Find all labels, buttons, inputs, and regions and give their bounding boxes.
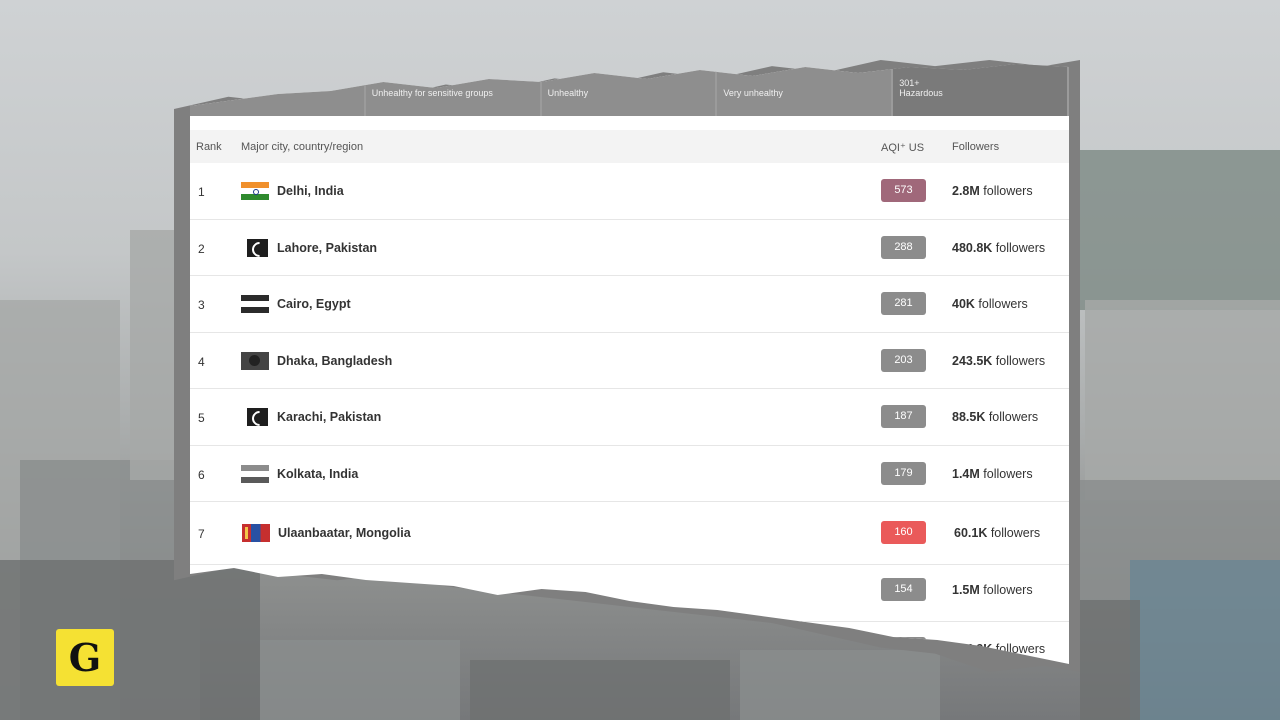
table-row[interactable]: 1 Delhi, India 573 2.8M followers (190, 163, 1069, 220)
india-flag-icon (241, 182, 269, 200)
india-flag-icon (241, 464, 269, 483)
header-followers[interactable]: Followers (952, 141, 999, 153)
table-row[interactable]: 2 Lahore, Pakistan 288 480.8K followers (190, 220, 1069, 276)
followers-count: 1.4M followers (952, 466, 1033, 481)
rank-value: 4 (198, 354, 205, 369)
city-link[interactable]: Kolkata, India (277, 467, 358, 481)
aqi-ranking-card: erate Unhealthy for sensitive groups Unh… (190, 64, 1069, 664)
aqi-badge: 203 (881, 348, 926, 372)
table-header: Rank Major city, country/region AQI⁺ US … (190, 130, 1069, 163)
aqi-badge: 573 (881, 179, 926, 202)
followers-count: 480.8K followers (952, 240, 1046, 255)
city-link[interactable]: Ulaanbaatar, Mongolia (278, 526, 411, 540)
aqi-badge: 187 (881, 405, 926, 428)
city-link[interactable]: Cairo, Egypt (277, 297, 351, 311)
followers-count: 40K followers (952, 297, 1028, 311)
table-row[interactable]: 4 Dhaka, Bangladesh 203 243.5K followers (190, 333, 1069, 389)
aqi-badge: 160 (881, 521, 926, 544)
legend-hazardous: 301+ Hazardous (893, 64, 1069, 116)
rank-value: 7 (198, 527, 205, 541)
table-row[interactable]: 5 Karachi, Pakistan 187 88.5K followers (190, 389, 1069, 446)
city-link[interactable]: Dhaka, Bangladesh (277, 354, 392, 368)
aqi-badge: 154 (881, 578, 926, 601)
brand-logo: G (56, 629, 114, 686)
aqi-badge: 288 (881, 235, 926, 259)
header-city[interactable]: Major city, country/region (241, 141, 363, 153)
rank-value: 6 (198, 467, 205, 482)
followers-count: 1.5M followers (952, 583, 1033, 597)
table-row[interactable]: 3 Cairo, Egypt 281 40K followers (190, 276, 1069, 333)
city-link[interactable]: Karachi, Pakistan (277, 410, 381, 424)
mongolia-flag-icon (242, 524, 270, 542)
followers-count: 243.5K followers (952, 353, 1046, 368)
followers-count: 2.8M followers (952, 184, 1033, 198)
city-link[interactable]: Delhi, India (277, 184, 344, 198)
table-row[interactable]: 7 Ulaanbaatar, Mongolia 160 60.1K follow… (190, 502, 1069, 565)
header-rank[interactable]: Rank (196, 141, 222, 153)
rank-value: 5 (198, 411, 205, 425)
rank-value: 3 (198, 298, 205, 312)
table-row[interactable]: 6 Kolkata, India 179 1.4M followers (190, 446, 1069, 502)
city-link[interactable]: Lahore, Pakistan (277, 241, 377, 255)
pakistan-flag-icon (247, 408, 268, 426)
aqi-badge: 281 (881, 292, 926, 315)
followers-count: 88.5K followers (952, 410, 1039, 424)
rank-value: 2 (198, 241, 205, 256)
pakistan-flag-icon (247, 238, 268, 257)
followers-count: 60.1K followers (954, 526, 1041, 540)
egypt-flag-icon (241, 295, 269, 313)
header-aqi[interactable]: AQI⁺ US (881, 141, 924, 154)
aqi-badge: 179 (881, 461, 926, 485)
bangladesh-flag-icon (241, 351, 269, 370)
rank-value: 1 (198, 185, 205, 199)
